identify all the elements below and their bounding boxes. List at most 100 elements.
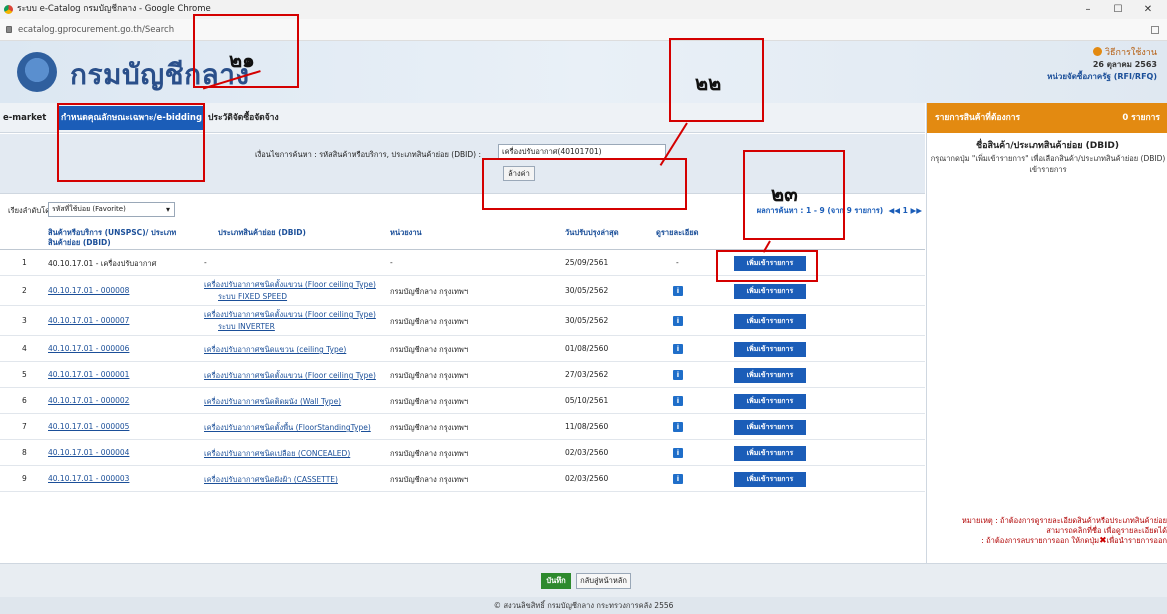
row-agency: กรมบัญชีกลาง กรุงเทพฯ [390,397,469,406]
row-dbid: - [204,258,207,267]
extension-icon[interactable] [1151,26,1159,34]
row-dbid[interactable]: เครื่องปรับอากาศชนิดตั้งพื้น (FloorStand… [204,422,371,434]
row-date: 27/03/2562 [565,370,609,379]
row-code[interactable]: 40.10.17.01 - 000002 [48,396,129,405]
row-date: 05/10/2561 [565,396,609,405]
row-number: 7 [22,422,27,431]
row-dbid[interactable]: เครื่องปรับอากาศชนิดติดผนัง (Wall Type) [204,396,341,408]
row-dbid[interactable]: เครื่องปรับอากาศชนิดเปลือย (CONCEALED) [204,448,350,460]
window-title: ระบบ e-Catalog กรมบัญชีกลาง - Google Chr… [17,4,211,14]
info-icon[interactable]: i [673,316,683,326]
note-line-3: : ถ้าต้องการลบรายการออก ให้กดปุ่ม✖เพื่อน… [981,536,1167,546]
row-dbid-system[interactable]: ระบบ INVERTER [218,321,275,333]
info-icon[interactable]: i [673,370,683,380]
row-detail: - [676,258,679,267]
sort-select[interactable]: รหัสที่ใช้บ่อย (Favorite) ▾ [48,202,175,217]
info-icon[interactable]: i [673,474,683,484]
header-info: วิธีการใช้งาน 26 ตุลาคม 2563 หน่วยจัดซื้… [1047,47,1157,83]
site-header: กรมบัญชีกลาง วิธีการใช้งาน 26 ตุลาคม 256… [0,41,1167,103]
row-number: 4 [22,344,27,353]
row-code[interactable]: 40.10.17.01 - 000007 [48,316,129,325]
annotation-box-add [716,250,818,282]
back-home-button[interactable]: กลับสู่หน้าหลัก [576,573,631,589]
row-dbid[interactable]: เครื่องปรับอากาศชนิดตั้งแขวน (Floor ceil… [204,279,376,291]
chevron-down-icon: ▾ [165,205,170,214]
close-button[interactable]: ✕ [1133,0,1163,19]
minimize-button[interactable]: – [1073,0,1103,19]
address-bar[interactable]: ecatalog.gprocurement.go.th/Search [0,19,1167,41]
add-to-list-button[interactable]: เพิ่มเข้ารายการ [734,393,806,409]
table-row: 5 40.10.17.01 - 000001 เครื่องปรับอากาศชนิ… [0,362,925,388]
search-label: เงื่อนไขการค้นหา : รหัสสินค้าหรือบริการ,… [255,150,481,159]
row-agency: กรมบัญชีกลาง กรุงเทพฯ [390,371,469,380]
row-dbid[interactable]: เครื่องปรับอากาศชนิดแขวน (ceiling Type) [204,344,346,356]
row-dbid[interactable]: เครื่องปรับอากาศชนิดตั้งแขวน (Floor ceil… [204,370,376,382]
row-date: 01/08/2560 [565,344,609,353]
info-icon[interactable]: i [673,422,683,432]
row-agency: กรมบัญชีกลาง กรุงเทพฯ [390,475,469,484]
note-line-2: สามารถคลิกที่ชื่อ เพื่อดูรายละเอียดได้ [1046,526,1167,535]
row-date: 30/05/2562 [565,286,609,295]
current-date: 26 ตุลาคม 2563 [1092,60,1157,69]
row-dbid[interactable]: เครื่องปรับอากาศชนิดฝังฝ้า (CASSETTE) [204,474,338,486]
row-date: 02/03/2560 [565,474,609,483]
row-dbid[interactable]: เครื่องปรับอากาศชนิดตั้งแขวน (Floor ceil… [204,309,376,321]
info-icon[interactable]: i [673,448,683,458]
info-icon[interactable]: i [673,396,683,406]
add-to-list-button[interactable]: เพิ่มเข้ารายการ [734,367,806,383]
row-code[interactable]: 40.10.17.01 - 000001 [48,370,129,379]
row-number: 6 [22,396,27,405]
row-code[interactable]: 40.10.17.01 - 000003 [48,474,129,483]
col-date: วันปรับปรุงล่าสุด [565,228,619,237]
user-unit: หน่วยจัดซื้อภาครัฐ (RFI/RFQ) [1047,72,1157,81]
row-agency: กรมบัญชีกลาง กรุงเทพฯ [390,423,469,432]
copyright: © สงวนลิขสิทธิ์ กรมบัญชีกลาง กระทรวงการค… [0,597,1167,614]
save-button[interactable]: บันทึก [541,573,571,589]
remove-icon: ✖ [1099,536,1107,546]
row-dbid-system[interactable]: ระบบ FIXED SPEED [218,291,287,303]
row-number: 5 [22,370,27,379]
help-icon [1093,47,1102,56]
add-to-list-button[interactable]: เพิ่มเข้ารายการ [734,471,806,487]
maximize-button[interactable]: ☐ [1103,0,1133,19]
row-date: 25/09/2561 [565,258,609,267]
panel-hint: กรุณากดปุ่ม "เพิ่มเข้ารายการ" เพื่อเลือก… [930,154,1166,174]
nav-history[interactable]: ประวัติจัดซื้อจัดจ้าง [208,103,279,133]
row-date: 30/05/2562 [565,316,609,325]
row-number: 8 [22,448,27,457]
col-product: สินค้าหรือบริการ (UNSPSC)/ ประเภทสินค้าย… [48,228,177,247]
add-to-list-button[interactable]: เพิ่มเข้ารายการ [734,419,806,435]
row-code[interactable]: 40.10.17.01 - 000004 [48,448,129,457]
annotation-label-23: ๒๓ [771,182,798,206]
annotation-box-tab [57,103,205,182]
annotation-box-search [482,158,687,210]
logo-emblem [17,52,57,92]
info-icon[interactable]: i [673,286,683,296]
col-detail: ดูรายละเอียด [656,228,699,237]
table-row: 4 40.10.17.01 - 000006 เครื่องปรับอากาศชนิ… [0,336,925,362]
table-row: 3 40.10.17.01 - 000007 เครื่องปรับอากาศชนิ… [0,306,925,336]
row-code[interactable]: 40.10.17.01 - 000006 [48,344,129,353]
annotation-label-21: ๒๑ [229,48,255,72]
info-icon[interactable]: i [673,344,683,354]
panel-count: 0 รายการ [1122,113,1160,123]
table-row: 7 40.10.17.01 - 000005 เครื่องปรับอากาศชนิ… [0,414,925,440]
add-to-list-button[interactable]: เพิ่มเข้ารายการ [734,313,806,329]
paging-nav[interactable]: ◀◀ 1 ▶▶ [888,206,922,215]
add-to-list-button[interactable]: เพิ่มเข้ารายการ [734,283,806,299]
window-titlebar: ระบบ e-Catalog กรมบัญชีกลาง - Google Chr… [0,0,1167,19]
add-to-list-button[interactable]: เพิ่มเข้ารายการ [734,341,806,357]
nav-emarket[interactable]: e-market [3,103,46,133]
row-agency: กรมบัญชีกลาง กรุงเทพฯ [390,287,469,296]
url-text[interactable]: ecatalog.gprocurement.go.th/Search [18,19,174,41]
row-number: 3 [22,316,27,325]
help-link[interactable]: วิธีการใช้งาน [1047,47,1157,59]
chrome-icon [4,5,13,14]
table-row: 8 40.10.17.01 - 000004 เครื่องปรับอากาศชนิ… [0,440,925,466]
row-code[interactable]: 40.10.17.01 - 000005 [48,422,129,431]
add-to-list-button[interactable]: เพิ่มเข้ารายการ [734,445,806,461]
table-row: 9 40.10.17.01 - 000003 เครื่องปรับอากาศชนิ… [0,466,925,492]
row-number: 2 [22,286,27,295]
lock-icon [6,26,12,33]
row-code[interactable]: 40.10.17.01 - 000008 [48,286,129,295]
